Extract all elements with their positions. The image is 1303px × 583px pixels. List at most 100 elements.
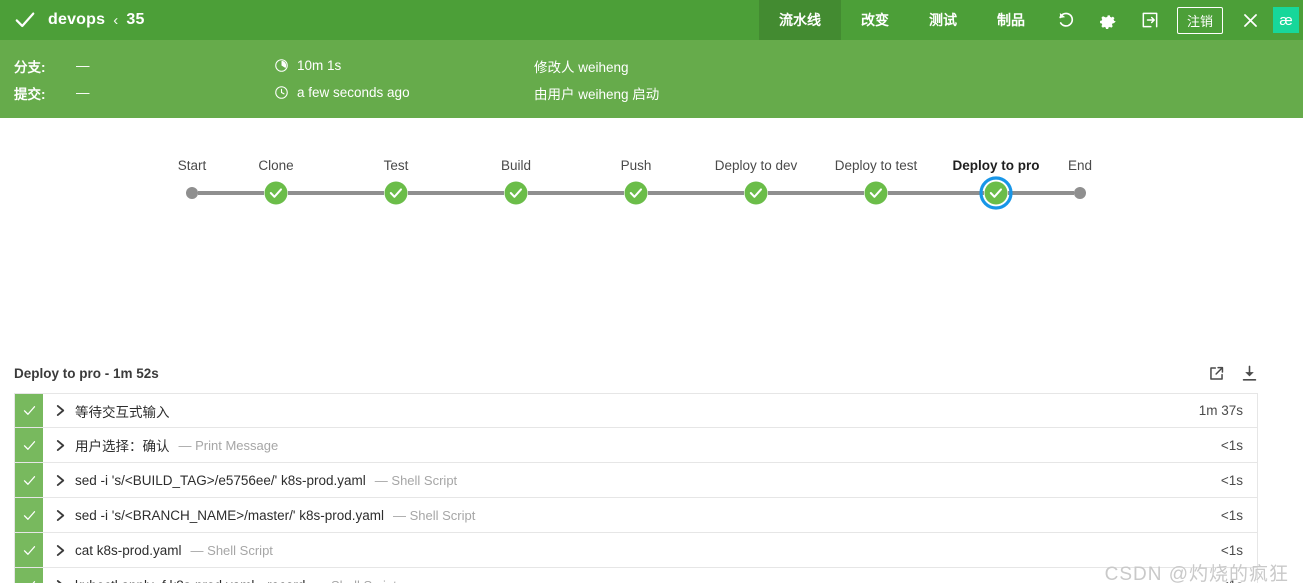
step-duration: <1s [1220,437,1243,453]
stage-label-deploy-to-dev[interactable]: Deploy to dev [715,158,798,173]
gear-icon [1100,15,1116,29]
check-icon [23,545,35,555]
endpoint-dot-icon [186,187,198,199]
logout-button[interactable]: 注销 [1176,6,1223,34]
log-step-row[interactable]: 等待交互式输入 1m 37s [14,393,1258,428]
app-header: devops ‹ 35 流水线 改变 测试 制品 注销 æ [0,0,1303,40]
open-log-button[interactable] [1207,364,1226,383]
info-column-branch: 分支: — 提交: — [14,57,274,102]
stage-label-test[interactable]: Test [384,158,409,173]
step-duration: 1m 37s [1198,403,1243,418]
log-step-row[interactable]: kubectl apply -f k8s-prod.yaml --record —… [14,568,1258,583]
page-title: devops ‹ 35 [48,11,145,29]
chevron-right-icon[interactable] [55,579,66,583]
pipeline-node-deploy-to-pro[interactable] [979,176,1013,210]
stage-label-deploy-to-pro[interactable]: Deploy to pro [953,158,1040,173]
pipeline-node-test[interactable] [384,181,408,205]
changed-by-text: 修改人 weiheng [534,59,629,75]
step-body[interactable]: cat k8s-prod.yaml — Shell Script [43,533,1157,567]
pipeline-graph-svg [186,176,1086,210]
run-number: 35 [126,11,145,28]
stage-label-deploy-to-test[interactable]: Deploy to test [835,158,918,173]
tab-changes[interactable]: 改变 [841,0,909,40]
stage-success-circle [864,181,888,205]
step-body[interactable]: sed -i 's/<BUILD_TAG>/e5756ee/' k8s-prod… [43,463,1157,497]
avatar[interactable]: æ [1273,7,1299,33]
time-value: a few seconds ago [297,85,410,100]
log-step-row[interactable]: cat k8s-prod.yaml — Shell Script <1s [14,533,1258,568]
time-row: a few seconds ago [274,84,534,102]
pipeline-graph: Start Clone Test Build Push Deploy to dev Depl… [0,118,1303,353]
duration-row: 10m 1s [274,57,534,75]
step-status-indicator [15,568,43,583]
step-duration: <1s [1220,507,1243,523]
log-step-row[interactable]: sed -i 's/<BRANCH_NAME>/master/' k8s-pro… [14,498,1258,533]
step-label: 用户选择：确认 [75,439,170,454]
pipeline-node-build[interactable] [504,181,528,205]
pipeline-node-deploy-to-dev[interactable] [744,181,768,205]
step-label: cat k8s-prod.yaml [75,542,182,558]
branch-value: — [76,58,90,73]
pipeline-node-end[interactable] [1074,187,1086,199]
log-step-row[interactable]: 用户选择：确认 — Print Message <1s [14,428,1258,463]
login-arrow-icon [1142,12,1158,28]
commit-row: 提交: — [14,84,274,102]
step-duration: <1s [1157,568,1257,583]
stage-label-push[interactable]: Push [621,158,652,173]
chevron-right-icon[interactable] [55,474,66,487]
header-nav: 流水线 改变 测试 制品 注销 æ [758,0,1303,40]
step-label: sed -i 's/<BRANCH_NAME>/master/' k8s-pro… [75,507,384,523]
project-name: devops [48,11,106,28]
pipeline-node-start[interactable] [186,187,198,199]
step-body[interactable]: 用户选择：确认 — Print Message [43,428,1157,462]
check-icon [23,406,35,415]
step-body[interactable]: 等待交互式输入 [43,394,1157,427]
rerun-button[interactable] [1045,0,1087,40]
pipeline-node-push[interactable] [624,181,648,205]
run-info-band: 分支: — 提交: — 10m 1s a few seconds ago 修改人… [0,40,1303,118]
stage-label-build[interactable]: Build [501,158,531,173]
pipeline-node-clone[interactable] [264,181,288,205]
check-icon [23,510,35,520]
endpoint-dot-icon [1074,187,1086,199]
stage-label-end[interactable]: End [1068,158,1092,173]
tab-pipeline[interactable]: 流水线 [758,0,841,40]
tab-tests[interactable]: 测试 [909,0,977,40]
chevron-right-icon[interactable] [55,439,66,452]
step-type: — Shell Script [314,578,396,583]
started-by-text: 由用户 weiheng 启动 [534,86,660,102]
step-status-indicator [15,463,43,497]
chevron-right-icon[interactable] [55,509,66,522]
info-column-author: 修改人 weiheng 由用户 weiheng 启动 [534,57,914,102]
log-header: Deploy to pro - 1m 52s [0,353,1303,393]
stage-success-circle [624,181,648,205]
login-button[interactable] [1129,0,1171,40]
step-label: kubectl apply -f k8s-prod.yaml --record [75,578,305,583]
stage-success-circle [744,181,768,205]
stage-success-circle [384,181,408,205]
pipeline-node-deploy-to-test[interactable] [864,181,888,205]
step-status-indicator [15,533,43,567]
clock-icon [275,86,288,99]
tab-artifacts[interactable]: 制品 [977,0,1045,40]
brand-block[interactable]: devops ‹ 35 [0,0,145,40]
chevron-right-icon[interactable] [55,544,66,557]
step-type: — Print Message [178,437,279,453]
step-type: — Shell Script [190,542,273,558]
duration-value: 10m 1s [297,58,342,73]
check-icon [15,12,35,28]
stage-label-start[interactable]: Start [178,158,207,173]
step-duration: <1s [1220,542,1243,558]
close-button[interactable] [1229,0,1271,40]
download-icon [1242,365,1257,381]
step-body[interactable]: sed -i 's/<BRANCH_NAME>/master/' k8s-pro… [43,498,1157,532]
log-step-row[interactable]: sed -i 's/<BUILD_TAG>/e5756ee/' k8s-prod… [14,463,1258,498]
download-log-button[interactable] [1240,364,1259,383]
duration-clock-icon [275,59,288,72]
chevron-right-icon[interactable] [55,404,66,417]
stage-label-clone[interactable]: Clone [258,158,293,173]
commit-label: 提交: [14,86,46,102]
step-body[interactable]: kubectl apply -f k8s-prod.yaml --record —… [43,568,1157,583]
stage-log-section: Deploy to pro - 1m 52s 等待交互式输入 1m 37s 用户选择… [0,353,1303,583]
settings-button[interactable] [1087,0,1129,40]
